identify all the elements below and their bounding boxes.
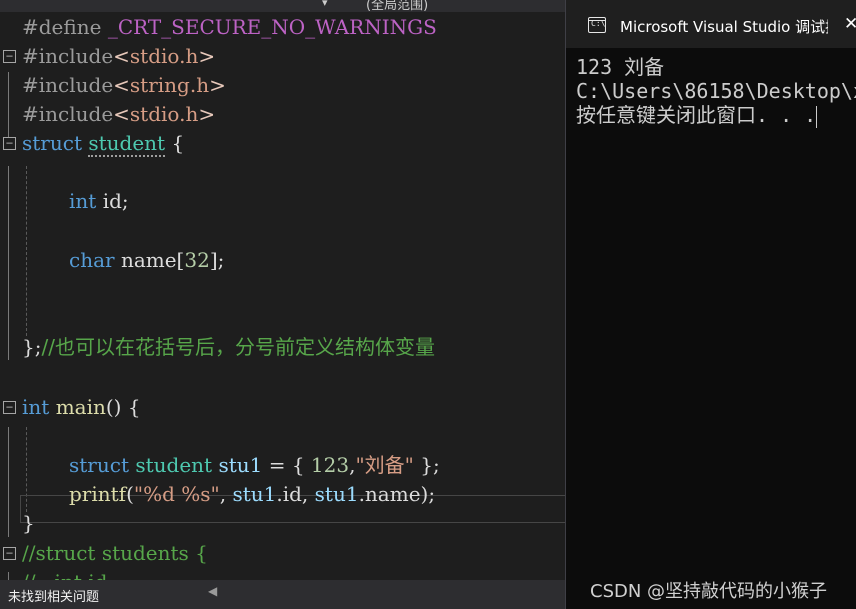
code-line[interactable]: struct student stu1 = { 123,"刘备" }; [0, 451, 565, 480]
scope-dropdown[interactable]: (全局范围) [366, 0, 428, 13]
format-string: "%d %s" [133, 482, 220, 506]
code-line[interactable]: #define _CRT_SECURE_NO_WARNINGS [0, 13, 565, 42]
console-line: C:\Users\86158\Desktop\x [576, 79, 856, 103]
code-line[interactable]: } [0, 509, 565, 538]
type-keyword: char [69, 248, 115, 272]
close-brace: }; [22, 335, 42, 359]
header-name: stdio.h [129, 44, 199, 68]
keyword: struct [22, 131, 82, 155]
close-icon[interactable]: ✕ [844, 14, 856, 34]
bracket: ]; [209, 248, 225, 272]
text-cursor [816, 105, 818, 128]
fold-collapse-icon[interactable]: − [3, 137, 16, 150]
struct-name: student [88, 131, 166, 157]
type-keyword: int [69, 189, 97, 213]
console-title: Microsoft Visual Studio 调试控制台 [620, 18, 828, 36]
close-brace: } [22, 511, 35, 535]
debug-console-window[interactable]: C:\ Microsoft Visual Studio 调试控制台 ✕ 123 … [565, 0, 856, 609]
string-literal: "刘备" [355, 453, 414, 477]
code-line[interactable]: − //struct students { [0, 539, 565, 568]
field-decl: id; [102, 189, 129, 213]
console-line-text: 按任意键关闭此窗口. . . [576, 103, 817, 127]
code-line[interactable]: int id; [0, 187, 565, 216]
dropdown-caret-icon[interactable]: ▾ [322, 0, 328, 9]
function-call: printf [69, 482, 127, 506]
console-line: 123 刘备 [576, 55, 665, 79]
code-line[interactable]: − int main() { [0, 393, 565, 422]
directive: #include [22, 102, 114, 126]
code-line[interactable]: − struct student { [0, 129, 565, 158]
comma: , [219, 482, 227, 506]
code-editor[interactable]: ▾ (全局范围) #define _CRT_SECURE_NO_WARNINGS… [0, 0, 565, 609]
code-line[interactable]: char name[32]; [0, 246, 565, 275]
paren: ( [126, 482, 134, 506]
comment: //struct students { [22, 541, 208, 565]
close-brace: }; [420, 453, 440, 477]
function-name: main [55, 395, 106, 419]
paren: ); [420, 482, 436, 506]
macro-name: _CRT_SECURE_NO_WARNINGS [107, 15, 437, 39]
directive: #define [22, 15, 102, 39]
scroll-left-icon[interactable]: ◀ [208, 584, 217, 598]
angle-bracket: > [198, 44, 216, 68]
variable: stu1 [218, 453, 263, 477]
angle-bracket: < [113, 73, 130, 97]
operator: = { [268, 453, 305, 477]
array-size: 32 [184, 248, 210, 272]
keyword: struct [69, 453, 129, 477]
code-line[interactable]: #include<string.h> [0, 71, 565, 100]
directive: #include [22, 44, 114, 68]
member-access: .id, [276, 482, 309, 506]
console-line: 按任意键关闭此窗口. . . [576, 103, 856, 128]
angle-bracket: < [113, 44, 130, 68]
type-keyword: int [22, 395, 50, 419]
console-output[interactable]: 123 刘备 C:\Users\86158\Desktop\x 按任意键关闭此窗口.… [576, 55, 856, 128]
field-name: name [120, 248, 177, 272]
brace: { [171, 131, 185, 155]
header-name: string.h [129, 73, 210, 97]
type-name: student [135, 453, 213, 477]
angle-bracket: > [209, 73, 226, 97]
directive: #include [22, 73, 114, 97]
angle-bracket: < [113, 102, 130, 126]
watermark: CSDN @坚持敲代码的小猴子 [590, 581, 828, 602]
variable: stu1 [232, 482, 277, 506]
console-app-icon: C:\ [588, 17, 606, 33]
fold-collapse-icon[interactable]: − [3, 547, 16, 560]
fold-collapse-icon[interactable]: − [3, 50, 16, 63]
status-bar: 未找到相关问题 ◀ [0, 580, 565, 609]
issues-status[interactable]: 未找到相关问题 [8, 586, 99, 605]
console-titlebar[interactable]: C:\ Microsoft Visual Studio 调试控制台 ✕ [566, 0, 856, 48]
fold-collapse-icon[interactable]: − [3, 401, 16, 414]
code-line[interactable]: #include<stdio.h> [0, 100, 565, 129]
member-access: .name [358, 482, 421, 506]
code-line[interactable]: printf("%d %s", stu1.id, stu1.name); [0, 480, 565, 509]
params: () { [105, 395, 141, 419]
number-literal: 123 [310, 453, 350, 477]
header-name: stdio.h [129, 102, 199, 126]
navigation-bar: ▾ (全局范围) [0, 0, 565, 13]
variable: stu1 [314, 482, 359, 506]
angle-bracket: > [198, 102, 216, 126]
comment: //也可以在花括号后，分号前定义结构体变量 [41, 335, 435, 359]
code-line[interactable]: };//也可以在花括号后，分号前定义结构体变量 [0, 333, 565, 362]
code-line[interactable]: − #include<stdio.h> [0, 42, 565, 71]
